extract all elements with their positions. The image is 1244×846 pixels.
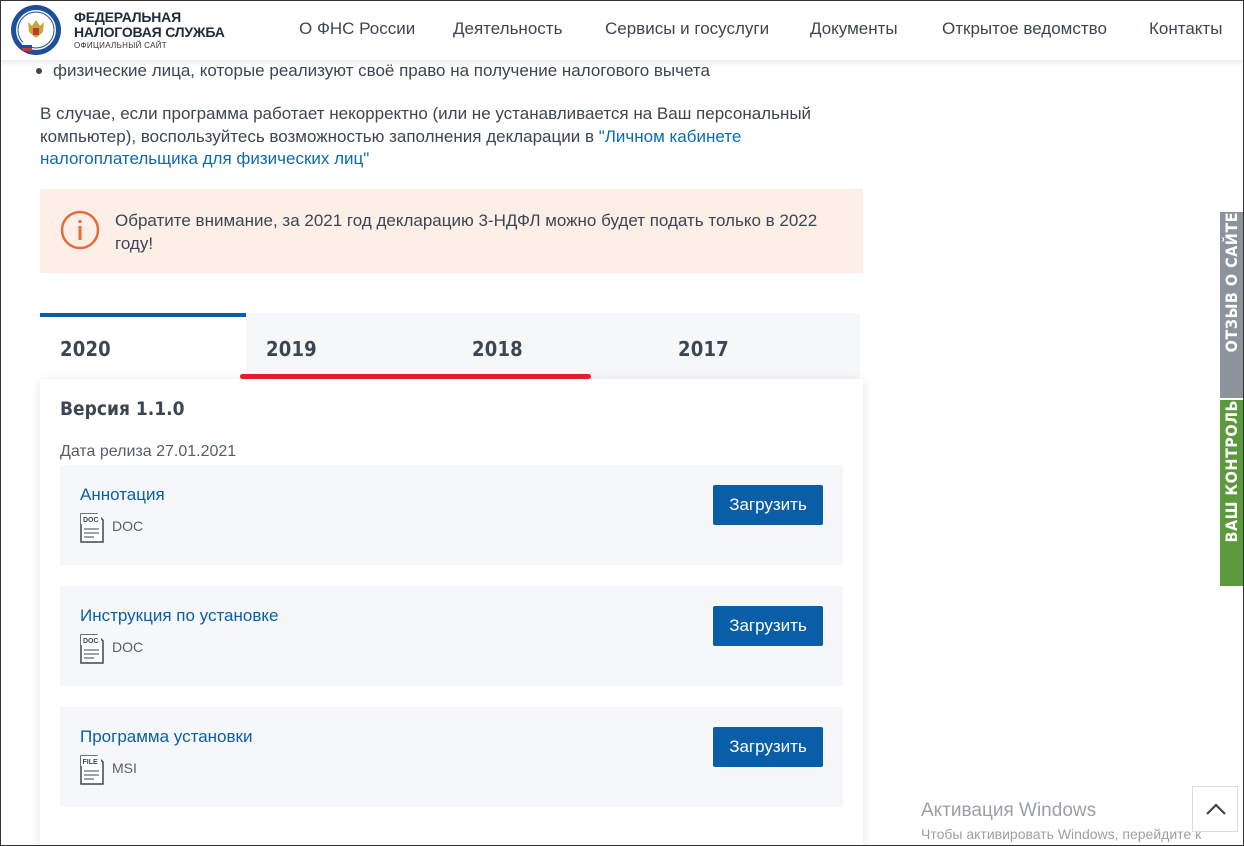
file-extension: DOC <box>112 639 144 655</box>
logo-subtitle: ОФИЦИАЛЬНЫЙ САЙТ <box>74 40 167 50</box>
tab-2018[interactable]: 2018 <box>452 313 658 379</box>
side-tab-control-label: ВАШ КОНТРОЛЬ <box>1222 400 1241 543</box>
nav-item-activity[interactable]: Деятельность <box>453 19 562 39</box>
logo-title-line2: НАЛОГОВАЯ СЛУЖБА <box>74 24 225 41</box>
file-icon-label: DOC <box>83 517 99 524</box>
notice-banner: Обратите внимание, за 2021 год деклараци… <box>40 189 863 273</box>
side-tab-feedback[interactable]: ОТЗЫВ О САЙТЕ <box>1220 212 1244 398</box>
version-title: Версия 1.1.0 <box>60 398 185 420</box>
bullet-text: физические лица, которые реализуют своё … <box>53 61 710 80</box>
release-date: Дата релиза 27.01.2021 <box>60 443 237 460</box>
nav-item-services[interactable]: Сервисы и госуслуги <box>605 19 769 39</box>
nav-item-open-agency[interactable]: Открытое ведомство <box>942 19 1107 39</box>
file-card-annotation: Аннотация DOC DOC Загрузить <box>60 465 843 565</box>
fns-emblem-icon[interactable] <box>10 4 62 56</box>
nav-item-about[interactable]: О ФНС России <box>299 19 415 39</box>
file-card-installer: Программа установки FILE MSI Загрузить <box>60 707 843 807</box>
file-title[interactable]: Аннотация <box>80 485 165 505</box>
scroll-to-top-button[interactable] <box>1192 786 1238 832</box>
chevron-up-icon <box>1206 803 1226 815</box>
nav-item-contacts[interactable]: Контакты <box>1149 19 1222 39</box>
side-tab-feedback-label: ОТЗЫВ О САЙТЕ <box>1222 212 1241 353</box>
doc-file-icon: DOC <box>80 634 104 664</box>
generic-file-icon: FILE <box>80 755 104 785</box>
tab-2020[interactable]: 2020 <box>40 313 246 379</box>
red-highlight-underline <box>240 374 591 379</box>
file-title[interactable]: Программа установки <box>80 727 252 747</box>
file-extension: MSI <box>112 760 137 776</box>
side-tab-control[interactable]: ВАШ КОНТРОЛЬ <box>1220 400 1244 586</box>
windows-activation-title: Активация Windows <box>921 800 1097 821</box>
info-icon <box>60 210 100 250</box>
nav-item-documents[interactable]: Документы <box>810 19 898 39</box>
site-header: ФЕДЕРАЛЬНАЯ НАЛОГОВАЯ СЛУЖБА ОФИЦИАЛЬНЫЙ… <box>0 0 1244 60</box>
tab-panel-2020: Версия 1.1.0 Дата релиза 27.01.2021 Анно… <box>40 379 863 846</box>
list-item: физические лица, которые реализуют своё … <box>36 61 710 81</box>
year-tabs: 2020 2019 2018 2017 <box>40 313 860 379</box>
file-icon-label: FILE <box>83 759 98 766</box>
file-icon-label: DOC <box>83 638 99 645</box>
download-button[interactable]: Загрузить <box>713 727 823 767</box>
notice-text: Обратите внимание, за 2021 год деклараци… <box>115 211 818 253</box>
download-button[interactable]: Загрузить <box>713 606 823 646</box>
doc-file-icon: DOC <box>80 513 104 543</box>
site-logo-text[interactable]: ФЕДЕРАЛЬНАЯ НАЛОГОВАЯ СЛУЖБА ОФИЦИАЛЬНЫЙ… <box>74 9 225 51</box>
file-card-install-guide: Инструкция по установке DOC DOC Загрузит… <box>60 586 843 686</box>
download-button[interactable]: Загрузить <box>713 485 823 525</box>
windows-activation-subtitle: Чтобы активировать Windows, перейдите к <box>921 826 1202 842</box>
file-extension: DOC <box>112 518 144 534</box>
bullet-dot <box>36 68 42 74</box>
tab-2019[interactable]: 2019 <box>246 313 452 379</box>
info-paragraph: В случае, если программа работает некорр… <box>40 103 840 171</box>
file-title[interactable]: Инструкция по установке <box>80 606 278 626</box>
logo-title-line1: ФЕДЕРАЛЬНАЯ <box>74 9 181 25</box>
tab-2017[interactable]: 2017 <box>658 313 864 379</box>
